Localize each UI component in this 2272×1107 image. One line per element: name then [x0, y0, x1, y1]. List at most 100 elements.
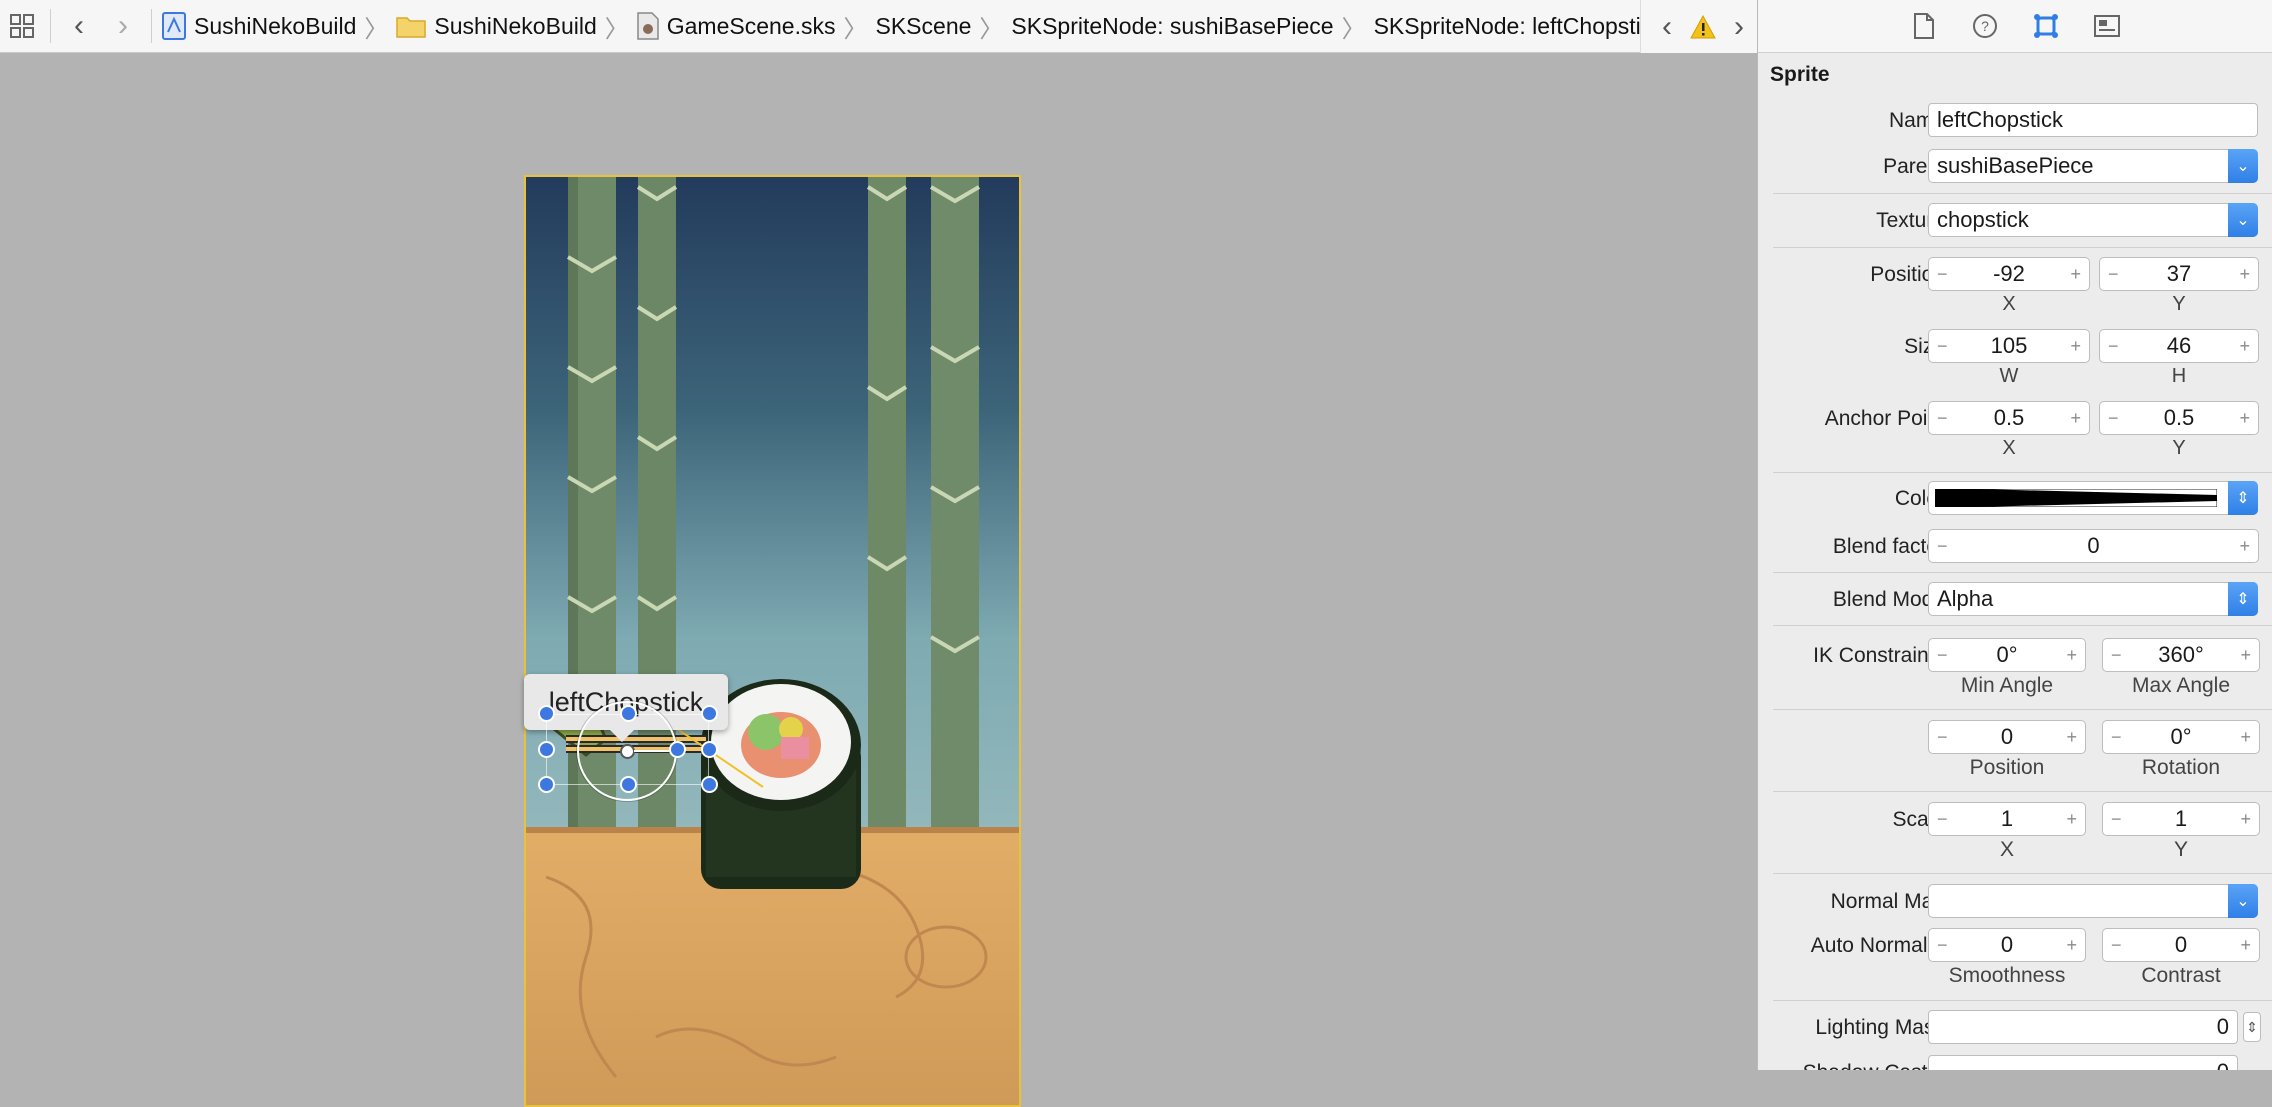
lighting-mask-field[interactable]: 0	[1928, 1010, 2238, 1044]
position-x-stepper[interactable]: − -92 +	[1928, 257, 2090, 291]
plus-icon[interactable]: +	[2066, 645, 2077, 666]
divider	[50, 9, 51, 43]
ik-max-stepper[interactable]: − 360° +	[2102, 638, 2260, 672]
next-issue-icon[interactable]: ›	[1721, 5, 1757, 49]
crumb-project[interactable]: SushiNekoBuild	[158, 0, 360, 53]
minus-icon[interactable]: −	[1937, 809, 1948, 830]
rotation-handle[interactable]	[669, 741, 686, 758]
z-rotation-stepper[interactable]: − 0° +	[2102, 720, 2260, 754]
plus-icon[interactable]: +	[2070, 336, 2081, 357]
scale-y-stepper[interactable]: − 1 +	[2102, 802, 2260, 836]
stepper-arrows-icon: ⇕	[2228, 582, 2258, 616]
plus-icon[interactable]: +	[2239, 336, 2250, 357]
plus-icon[interactable]: +	[2240, 645, 2251, 666]
normal-map-popup[interactable]: ⌄	[1928, 884, 2258, 918]
crumb-group[interactable]: SushiNekoBuild	[392, 0, 600, 53]
minus-icon[interactable]: −	[1937, 645, 1948, 666]
minus-icon[interactable]: −	[1937, 727, 1948, 748]
crumb-label: SKScene	[875, 12, 972, 39]
position-y-stepper[interactable]: − 37 +	[2099, 257, 2259, 291]
plus-icon[interactable]: +	[2239, 536, 2250, 557]
scale-x-value: 1	[2000, 806, 2014, 831]
minus-icon[interactable]: −	[2108, 264, 2119, 285]
minus-icon[interactable]: −	[2111, 935, 2122, 956]
shadow-cast-label: Shadow Cast...	[1803, 1061, 1945, 1070]
parent-popup[interactable]: sushiBasePiece ⌄	[1928, 149, 2258, 183]
size-h-value: 46	[2166, 333, 2192, 358]
resize-handle-bottom-right[interactable]	[701, 776, 718, 793]
resize-handle-right[interactable]	[701, 741, 718, 758]
plus-icon[interactable]: +	[2066, 809, 2077, 830]
size-inspector-icon[interactable]	[2093, 12, 2121, 40]
resize-handle-top-right[interactable]	[701, 705, 718, 722]
name-field[interactable]: leftChopstick	[1928, 103, 2258, 137]
plus-icon[interactable]: +	[2240, 809, 2251, 830]
plus-icon[interactable]: +	[2066, 727, 2077, 748]
z-position-stepper[interactable]: − 0 +	[1928, 720, 2086, 754]
resize-handle-bottom[interactable]	[620, 776, 637, 793]
stepper-arrows-icon: ⇕	[2228, 481, 2258, 515]
divider	[1773, 709, 2272, 710]
minus-icon[interactable]: −	[1937, 408, 1948, 429]
file-inspector-icon[interactable]	[1910, 12, 1938, 40]
crumb-file[interactable]: GameScene.sks	[633, 0, 840, 53]
minus-icon[interactable]: −	[1937, 336, 1948, 357]
anchor-x-stepper[interactable]: − 0.5 +	[1928, 401, 2090, 435]
resize-handle-left[interactable]	[538, 741, 555, 758]
scene-preview[interactable]	[524, 175, 1021, 1107]
scene-editor-canvas[interactable]: leftChopstick	[0, 54, 1757, 1107]
stepper-arrows-icon[interactable]: ⇕	[2243, 1012, 2261, 1042]
minus-icon[interactable]: −	[2111, 727, 2122, 748]
blend-mode-popup[interactable]: Alpha ⇕	[1928, 582, 2258, 616]
minus-icon[interactable]: −	[1937, 935, 1948, 956]
plus-icon[interactable]: +	[2239, 264, 2250, 285]
plus-icon[interactable]: +	[2240, 935, 2251, 956]
resize-handle-top[interactable]	[620, 705, 637, 722]
size-w-stepper[interactable]: − 105 +	[1928, 329, 2090, 363]
previous-issue-icon[interactable]: ‹	[1649, 5, 1685, 49]
contrast-stepper[interactable]: − 0 +	[2102, 928, 2260, 962]
texture-value: chopstick	[1937, 207, 2029, 232]
ik-min-stepper[interactable]: − 0° +	[1928, 638, 2086, 672]
minus-icon[interactable]: −	[2111, 809, 2122, 830]
quick-help-icon[interactable]: ?	[1971, 12, 1999, 40]
attributes-inspector-icon[interactable]	[2032, 12, 2060, 40]
minus-icon[interactable]: −	[2108, 336, 2119, 357]
crumb-scene[interactable]: SKScene	[872, 0, 976, 53]
resize-handle-bottom-left[interactable]	[538, 776, 555, 793]
anchor-point-handle[interactable]	[620, 744, 635, 759]
forward-chevron-icon[interactable]: ›	[101, 4, 145, 48]
plus-icon[interactable]: +	[2066, 935, 2077, 956]
resize-handle-top-left[interactable]	[538, 705, 555, 722]
divider	[1773, 791, 2272, 792]
shadow-cast-field[interactable]: 0	[1928, 1055, 2238, 1070]
crumb-label: SushiNekoBuild	[194, 12, 357, 39]
crumb-selected-node[interactable]: SKSpriteNode: leftChopstick	[1370, 0, 1668, 53]
texture-popup[interactable]: chopstick ⌄	[1928, 203, 2258, 237]
scale-x-stepper[interactable]: − 1 +	[1928, 802, 2086, 836]
x-caption: X	[1999, 838, 2014, 861]
anchor-y-stepper[interactable]: − 0.5 +	[2099, 401, 2259, 435]
crumb-parent-node[interactable]: SKSpriteNode: sushiBasePiece	[1007, 0, 1337, 53]
minus-icon[interactable]: −	[2108, 408, 2119, 429]
minus-icon[interactable]: −	[2111, 645, 2122, 666]
ik-min-value: 0°	[1996, 642, 2018, 667]
divider	[1773, 873, 2272, 874]
blend-factor-stepper[interactable]: − 0 +	[1928, 529, 2259, 563]
smoothness-stepper[interactable]: − 0 +	[1928, 928, 2086, 962]
warning-icon[interactable]	[1685, 5, 1721, 49]
plus-icon[interactable]: +	[2239, 408, 2250, 429]
color-well[interactable]: ⇕	[1928, 481, 2258, 515]
x-caption: X	[2002, 437, 2016, 459]
plus-icon[interactable]: +	[2070, 408, 2081, 429]
minus-icon[interactable]: −	[1937, 536, 1948, 557]
related-items-grid-icon[interactable]	[0, 4, 44, 48]
crumb-separator-icon: 〉	[843, 15, 868, 43]
size-h-stepper[interactable]: − 46 +	[2099, 329, 2259, 363]
back-chevron-icon[interactable]: ‹	[57, 4, 101, 48]
rotation-caption: Rotation	[2141, 756, 2221, 779]
plus-icon[interactable]: +	[2070, 264, 2081, 285]
minus-icon[interactable]: −	[1937, 264, 1948, 285]
plus-icon[interactable]: +	[2240, 727, 2251, 748]
chevron-down-icon: ⌄	[2228, 884, 2258, 918]
